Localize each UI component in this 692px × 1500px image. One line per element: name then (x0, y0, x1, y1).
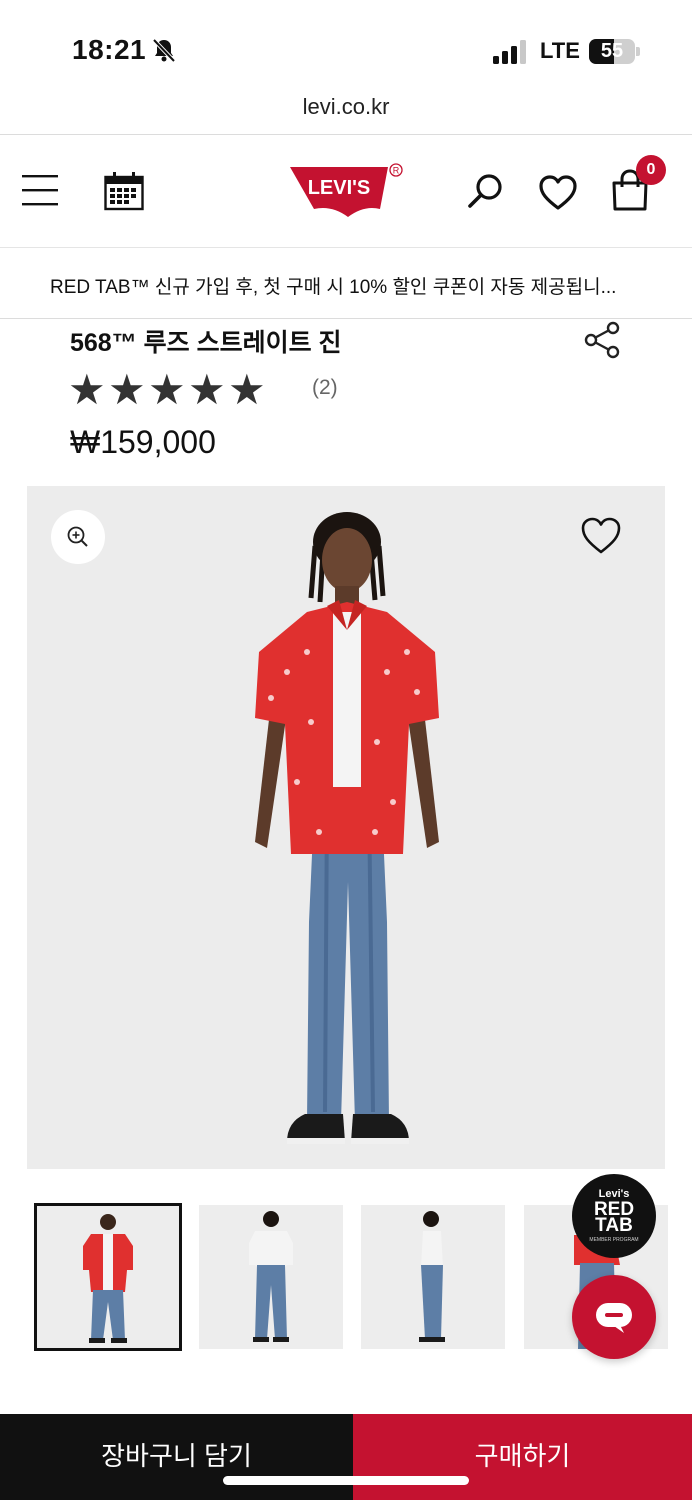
battery-tip (636, 47, 640, 56)
share-icon[interactable] (582, 320, 622, 360)
chat-button[interactable] (572, 1275, 656, 1359)
add-to-cart-button[interactable]: 장바구니 담기 (0, 1414, 353, 1500)
star-icon: ★ (228, 366, 266, 413)
redtab-sub: MEMBER PROGRAM (589, 1237, 639, 1243)
promo-text: RED TAB™ 신규 가입 후, 첫 구매 시 10% 할인 쿠폰이 자동 제… (50, 277, 617, 298)
zoom-in-icon (67, 526, 88, 547)
redtab-member-badge[interactable]: Levi's RED TAB MEMBER PROGRAM (572, 1174, 656, 1258)
status-bar: 18:21 LTE 55 levi.co.kr (0, 0, 692, 119)
product-price: ₩159,000 (70, 424, 216, 460)
svg-text:R: R (393, 166, 400, 176)
battery-percent: 55 (600, 40, 624, 62)
product-main-image[interactable] (27, 486, 665, 1169)
zoom-button[interactable] (51, 510, 105, 564)
bell-slash-icon (152, 38, 176, 63)
svg-text:LEVI'S: LEVI'S (308, 177, 371, 199)
battery-icon: 55 (589, 39, 635, 64)
site-header: LEVI'S R 0 (0, 134, 692, 248)
address-bar[interactable]: levi.co.kr (0, 94, 692, 120)
star-icon: ★ (188, 366, 226, 413)
home-indicator (223, 1476, 469, 1485)
thumbnail-front[interactable] (34, 1203, 182, 1351)
status-time: 18:21 (72, 34, 147, 65)
chat-icon (596, 1303, 632, 1333)
product-page: 18:21 LTE 55 levi.co.kr LEVI'S R 0 RED T… (0, 0, 692, 1500)
buy-now-button[interactable]: 구매하기 (353, 1414, 692, 1500)
network-type: LTE (540, 38, 580, 63)
promo-banner[interactable]: RED TAB™ 신규 가입 후, 첫 구매 시 10% 할인 쿠폰이 자동 제… (0, 248, 692, 319)
review-count[interactable]: (2) (312, 376, 338, 400)
wishlist-heart-icon[interactable] (579, 516, 623, 556)
levis-logo[interactable]: LEVI'S R (288, 163, 406, 219)
model-photo (255, 512, 439, 1144)
thumbnail-back[interactable] (199, 1205, 343, 1349)
thumbnail-side[interactable] (361, 1205, 505, 1349)
thumbnail-image (249, 1211, 293, 1342)
product-title: 568™ 루즈 스트레이트 진 (70, 329, 342, 357)
thumbnail-image (83, 1214, 133, 1343)
bottom-action-bar: 장바구니 담기 구매하기 (0, 1414, 692, 1500)
star-icon: ★ (148, 366, 186, 413)
rating-stars[interactable]: ★★★★★ (68, 368, 268, 412)
search-icon[interactable] (466, 171, 506, 211)
star-icon: ★ (68, 366, 106, 413)
menu-icon[interactable] (22, 173, 58, 207)
heart-icon[interactable] (538, 175, 578, 211)
redtab-line2: TAB (595, 1215, 633, 1236)
star-icon: ★ (108, 366, 146, 413)
calendar-icon[interactable] (104, 171, 144, 211)
signal-icon (493, 40, 526, 64)
thumbnail-image (419, 1211, 445, 1342)
cart-count-badge: 0 (636, 155, 666, 185)
